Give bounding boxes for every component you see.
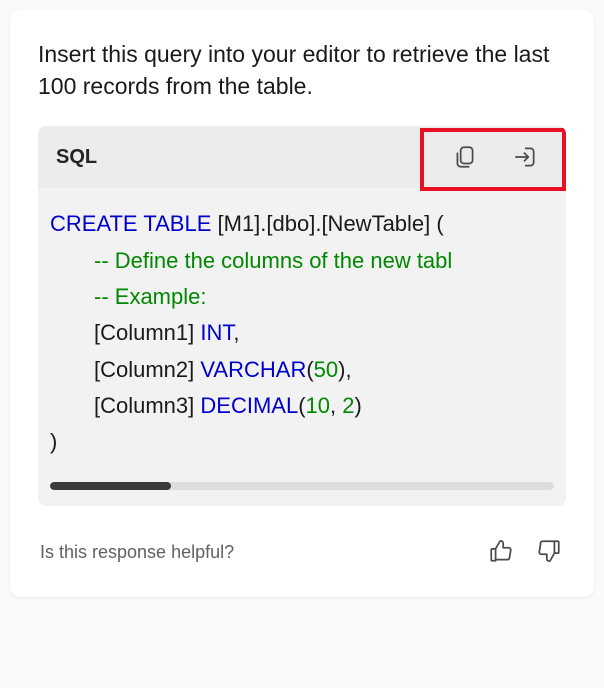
thumbs-up-icon xyxy=(488,538,514,564)
code-line: CREATE TABLE [M1].[dbo].[NewTable] ( xyxy=(50,206,554,242)
code-line: -- Define the columns of the new tabl xyxy=(50,243,554,279)
code-line: -- Example: xyxy=(50,279,554,315)
assistant-response-card: Insert this query into your editor to re… xyxy=(10,10,594,597)
insert-button[interactable] xyxy=(508,140,542,174)
horizontal-scrollbar[interactable] xyxy=(50,482,554,490)
code-body: CREATE TABLE [M1].[dbo].[NewTable] (-- D… xyxy=(38,188,566,468)
scrollbar-thumb[interactable] xyxy=(50,482,171,490)
instruction-text: Insert this query into your editor to re… xyxy=(38,38,566,102)
thumbs-up-button[interactable] xyxy=(486,536,516,569)
feedback-icons xyxy=(486,536,564,569)
insert-icon xyxy=(512,144,538,170)
feedback-row: Is this response helpful? xyxy=(38,536,566,569)
code-line: [Column1] INT, xyxy=(50,315,554,351)
code-block: SQL CREATE TABLE [M1].[d xyxy=(38,126,566,506)
code-language-label: SQL xyxy=(56,146,97,169)
code-line: [Column2] VARCHAR(50), xyxy=(50,352,554,388)
thumbs-down-button[interactable] xyxy=(534,536,564,569)
copy-button[interactable] xyxy=(448,140,482,174)
code-line: ) xyxy=(50,424,554,460)
code-line: [Column3] DECIMAL(10, 2) xyxy=(50,388,554,424)
thumbs-down-icon xyxy=(536,538,562,564)
copy-icon xyxy=(452,144,478,170)
code-header: SQL xyxy=(38,126,566,188)
code-actions xyxy=(448,140,548,174)
feedback-prompt: Is this response helpful? xyxy=(40,542,234,563)
